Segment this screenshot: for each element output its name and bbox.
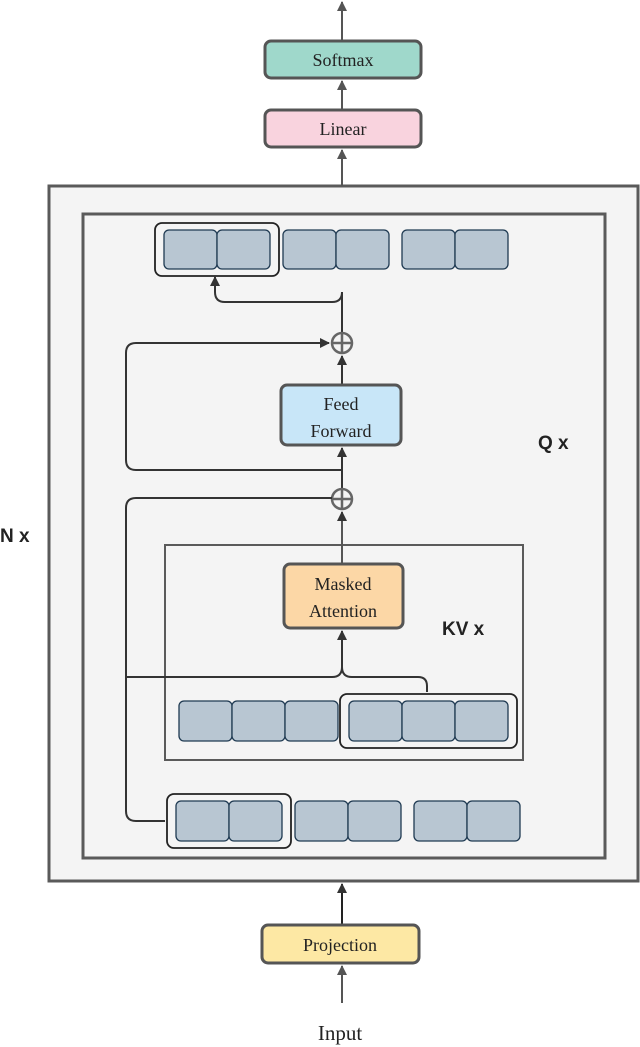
residual-add-upper (330, 331, 354, 355)
outer-repeat-label: N x (0, 526, 30, 547)
softmax-label: Softmax (313, 50, 374, 70)
feed-forward-label-line1: Feed (324, 394, 359, 414)
feed-forward-block: Feed Forward (279, 383, 403, 447)
middle-repeat-block (81, 212, 607, 860)
token-cell (401, 229, 456, 270)
token-cell (228, 800, 283, 842)
token-cell (163, 229, 218, 270)
token-cell (335, 229, 390, 270)
input-label: Input (318, 1021, 362, 1045)
token-cell (282, 229, 337, 270)
token-cell (284, 700, 339, 742)
residual-add-lower (330, 487, 354, 511)
token-cell (294, 800, 349, 842)
token-cell (216, 229, 271, 270)
token-cell (178, 700, 233, 742)
token-cell (454, 700, 509, 742)
masked-attention-label-line1: Masked (315, 574, 372, 594)
linear-block: Linear (263, 108, 423, 149)
token-cell (454, 229, 509, 270)
inner-repeat-label: KV x (442, 619, 485, 640)
middle-repeat-label: Q x (538, 433, 569, 454)
linear-label: Linear (320, 119, 367, 139)
token-cell (413, 800, 468, 842)
token-cell (231, 700, 286, 742)
token-cell (347, 800, 402, 842)
token-cell (348, 700, 403, 742)
token-cell (175, 800, 230, 842)
softmax-block: Softmax (263, 39, 423, 80)
masked-attention-label-line2: Attention (309, 601, 377, 621)
token-cell (466, 800, 521, 842)
projection-block: Projection (260, 923, 421, 965)
masked-attention-block: Masked Attention (282, 562, 405, 630)
feed-forward-label-line2: Forward (311, 421, 372, 441)
projection-label: Projection (303, 935, 377, 955)
decoder-diagram: N x Q x KV x Softmax Linear Feed Forward (0, 1, 640, 1045)
token-cell (401, 700, 456, 742)
